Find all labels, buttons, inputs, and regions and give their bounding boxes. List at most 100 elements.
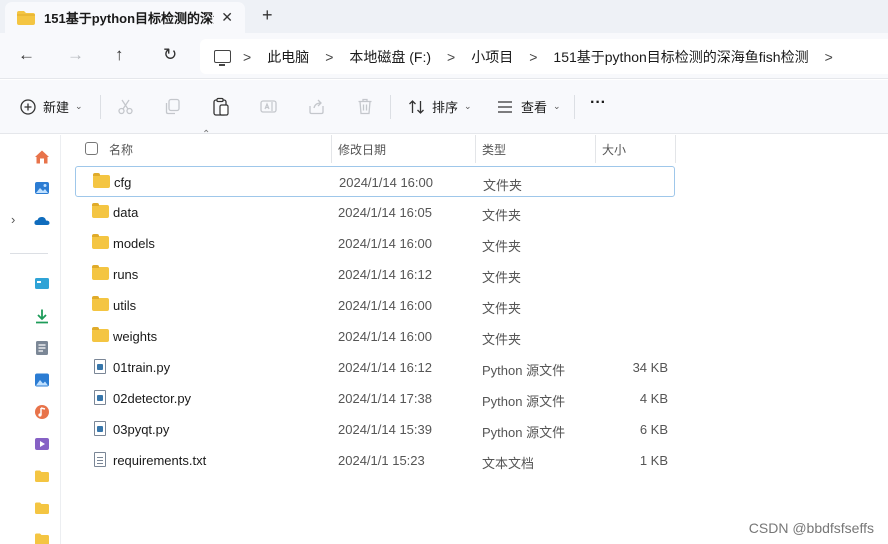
column-divider[interactable]: [675, 135, 676, 163]
sort-label: 排序: [432, 100, 459, 115]
column-divider[interactable]: [595, 135, 596, 163]
forward-button[interactable]: →: [67, 45, 84, 65]
column-header-date[interactable]: 修改日期: [338, 141, 386, 158]
more-options-icon[interactable]: ···: [590, 94, 606, 112]
file-row[interactable]: requirements.txt 2024/1/1 15:23 文本文档 1 KB: [75, 445, 675, 476]
file-row[interactable]: models 2024/1/14 16:00 文件夹: [75, 228, 675, 259]
breadcrumb-separator[interactable]: >: [825, 49, 833, 65]
command-bar: 新建 ⌄ 排序 ⌄ 查看 ⌄ ···: [0, 80, 888, 134]
file-date: 2024/1/14 16:00: [338, 329, 432, 344]
close-tab-icon[interactable]: ✕: [221, 9, 233, 26]
pictures-icon[interactable]: [34, 372, 50, 388]
file-type: Python 源文件: [482, 425, 566, 440]
copy-icon[interactable]: [164, 98, 181, 115]
column-divider[interactable]: [331, 135, 332, 163]
file-row[interactable]: cfg 2024/1/14 16:00 文件夹: [75, 166, 675, 197]
breadcrumb-separator[interactable]: >: [243, 49, 251, 65]
column-header-name[interactable]: 名称: [109, 141, 133, 158]
file-row[interactable]: data 2024/1/14 16:05 文件夹: [75, 197, 675, 228]
file-row[interactable]: utils 2024/1/14 16:00 文件夹: [75, 290, 675, 321]
file-date: 2024/1/14 15:39: [338, 422, 432, 437]
folder-icon: [92, 327, 109, 342]
toolbar-divider: [390, 95, 391, 119]
view-button[interactable]: 查看 ⌄: [497, 97, 561, 116]
file-name: 02detector.py: [113, 391, 192, 406]
file-type: 文件夹: [482, 208, 522, 223]
file-date: 2024/1/14 16:00: [338, 298, 432, 313]
file-row[interactable]: runs 2024/1/14 16:12 文件夹: [75, 259, 675, 290]
breadcrumb-separator[interactable]: >: [325, 49, 333, 65]
folder-icon[interactable]: [34, 531, 50, 544]
new-button[interactable]: 新建 ⌄: [20, 97, 83, 116]
file-row[interactable]: 02detector.py 2024/1/14 17:38 Python 源文件 4 …: [75, 383, 675, 414]
folder-icon: [92, 234, 109, 249]
breadcrumb-separator[interactable]: >: [529, 49, 537, 65]
file-row[interactable]: 03pyqt.py 2024/1/14 15:39 Python 源文件 6 KB: [75, 414, 675, 445]
cut-icon[interactable]: [117, 98, 134, 115]
file-name: cfg: [114, 175, 132, 190]
folder-icon: [92, 296, 109, 311]
file-type: 文件夹: [482, 332, 522, 347]
file-name: 01train.py: [113, 360, 171, 375]
file-type: 文件夹: [483, 178, 523, 193]
folder-icon: [92, 265, 109, 280]
paste-icon[interactable]: [212, 97, 230, 116]
folder-icon: [17, 10, 35, 25]
chevron-down-icon: ⌄: [553, 101, 561, 111]
pane-divider: [60, 135, 61, 544]
sort-button[interactable]: 排序 ⌄: [408, 97, 472, 116]
breadcrumb-small-projects[interactable]: 小项目: [471, 47, 513, 67]
home-icon[interactable]: [34, 149, 50, 165]
column-divider[interactable]: [475, 135, 476, 163]
file-type: Python 源文件: [482, 394, 566, 409]
desktop-icon[interactable]: [34, 276, 50, 292]
column-header-row: ⌃ 名称 修改日期 类型 大小: [75, 129, 676, 163]
folder-icon: [93, 173, 110, 188]
back-button[interactable]: ←: [18, 45, 35, 65]
text-file-icon: [94, 452, 106, 467]
gallery-icon[interactable]: [34, 180, 50, 196]
file-name: runs: [113, 267, 139, 282]
file-name: utils: [113, 298, 137, 313]
python-file-icon: [94, 359, 106, 374]
file-list: cfg 2024/1/14 16:00 文件夹 data 2024/1/14 16:05…: [75, 166, 675, 476]
column-header-type[interactable]: 类型: [482, 141, 506, 158]
folder-icon[interactable]: [34, 468, 50, 484]
file-row[interactable]: weights 2024/1/14 16:00 文件夹: [75, 321, 675, 352]
folder-icon[interactable]: [34, 500, 50, 516]
file-date: 2024/1/1 15:23: [338, 453, 425, 468]
share-icon[interactable]: [308, 98, 325, 115]
downloads-icon[interactable]: [34, 308, 50, 324]
delete-icon[interactable]: [357, 98, 373, 115]
breadcrumb-local-disk[interactable]: 本地磁盘 (F:): [349, 47, 431, 67]
file-date: 2024/1/14 16:00: [338, 236, 432, 251]
view-label: 查看: [521, 100, 548, 115]
select-all-checkbox[interactable]: [85, 142, 98, 155]
chevron-right-icon[interactable]: ›: [11, 212, 15, 227]
new-tab-button[interactable]: +: [262, 5, 273, 26]
file-type: 文件夹: [482, 301, 522, 316]
refresh-button[interactable]: ↻: [163, 45, 177, 65]
file-date: 2024/1/14 16:05: [338, 205, 432, 220]
file-date: 2024/1/14 16:12: [338, 360, 432, 375]
address-bar[interactable]: > 此电脑 > 本地磁盘 (F:) > 小项目 > 151基于python目标检…: [200, 39, 888, 74]
new-label: 新建: [43, 100, 70, 115]
file-type: 文本文档: [482, 456, 535, 471]
documents-icon[interactable]: [34, 340, 50, 356]
plus-circle-icon: [20, 98, 36, 115]
chevron-down-icon: ⌄: [75, 101, 83, 111]
up-button[interactable]: ↑: [115, 45, 124, 65]
breadcrumb-separator[interactable]: >: [447, 49, 455, 65]
file-row[interactable]: 01train.py 2024/1/14 16:12 Python 源文件 34 KB: [75, 352, 675, 383]
music-icon[interactable]: [34, 404, 50, 420]
column-header-size[interactable]: 大小: [602, 141, 626, 158]
breadcrumb-current-folder[interactable]: 151基于python目标检测的深海鱼fish检测: [553, 47, 808, 67]
file-type: Python 源文件: [482, 363, 566, 378]
videos-icon[interactable]: [34, 436, 50, 452]
breadcrumb-this-pc[interactable]: 此电脑: [267, 47, 309, 67]
tab-title: 151基于python目标检测的深海: [44, 11, 214, 26]
rename-icon[interactable]: [260, 98, 277, 115]
tab-current-folder[interactable]: 151基于python目标检测的深海 ✕: [5, 2, 245, 33]
sort-ascending-icon: ⌃: [202, 129, 211, 140]
onedrive-icon[interactable]: [34, 213, 50, 229]
